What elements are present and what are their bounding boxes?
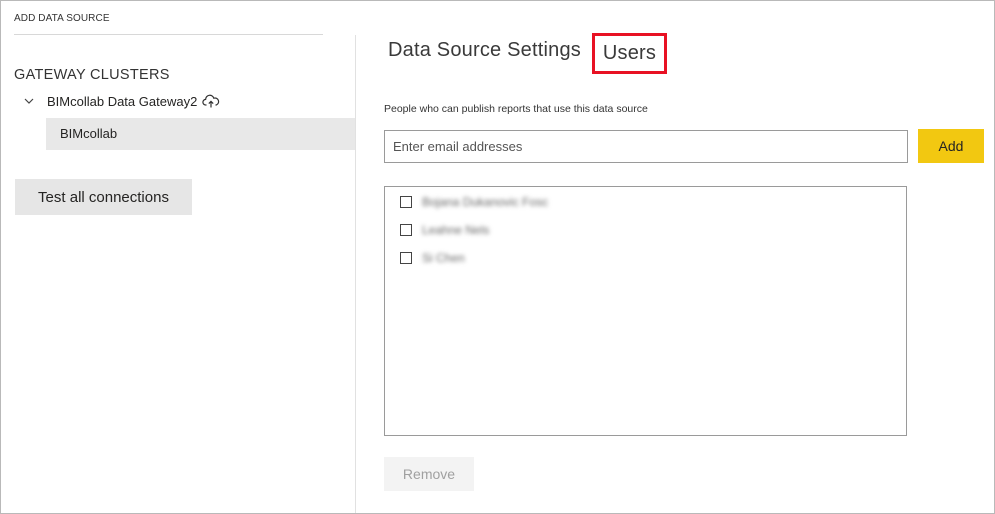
user-checkbox[interactable]: [400, 224, 412, 236]
chevron-down-icon[interactable]: [23, 95, 35, 107]
users-list: Bojana Dukanovic Fosc Leahne Nels Si Che…: [384, 186, 907, 436]
test-all-connections-button[interactable]: Test all connections: [15, 179, 192, 215]
gateway-name: BIMcollab Data Gateway2: [47, 93, 198, 109]
add-user-button[interactable]: Add: [918, 129, 984, 163]
tab-users[interactable]: Users: [592, 33, 667, 74]
add-data-source-panel: ADD DATA SOURCE GATEWAY CLUSTERS BIMcoll…: [0, 0, 995, 514]
page-title: ADD DATA SOURCE: [14, 13, 110, 24]
remove-user-button[interactable]: Remove: [384, 457, 474, 491]
panel-divider: [355, 35, 356, 513]
email-addresses-input[interactable]: [384, 130, 908, 163]
list-item[interactable]: Leahne Nels: [400, 223, 489, 237]
users-description: People who can publish reports that use …: [384, 103, 648, 115]
cloud-upload-icon: [202, 94, 220, 108]
gateway-clusters-heading: GATEWAY CLUSTERS: [14, 67, 170, 83]
user-checkbox[interactable]: [400, 196, 412, 208]
tab-data-source-settings[interactable]: Data Source Settings: [388, 39, 581, 62]
tab-users-label: Users: [602, 42, 657, 64]
user-checkbox[interactable]: [400, 252, 412, 264]
list-item[interactable]: Si Chen: [400, 251, 465, 265]
user-name: Leahne Nels: [422, 223, 490, 237]
user-name: Si Chen: [422, 251, 465, 265]
user-name: Bojana Dukanovic Fosc: [422, 195, 549, 209]
gateway-cluster-item[interactable]: BIMcollab Data Gateway2: [23, 93, 220, 109]
header-divider: [14, 34, 323, 35]
data-source-item-selected[interactable]: BIMcollab: [46, 118, 355, 150]
list-item[interactable]: Bojana Dukanovic Fosc: [400, 195, 548, 209]
